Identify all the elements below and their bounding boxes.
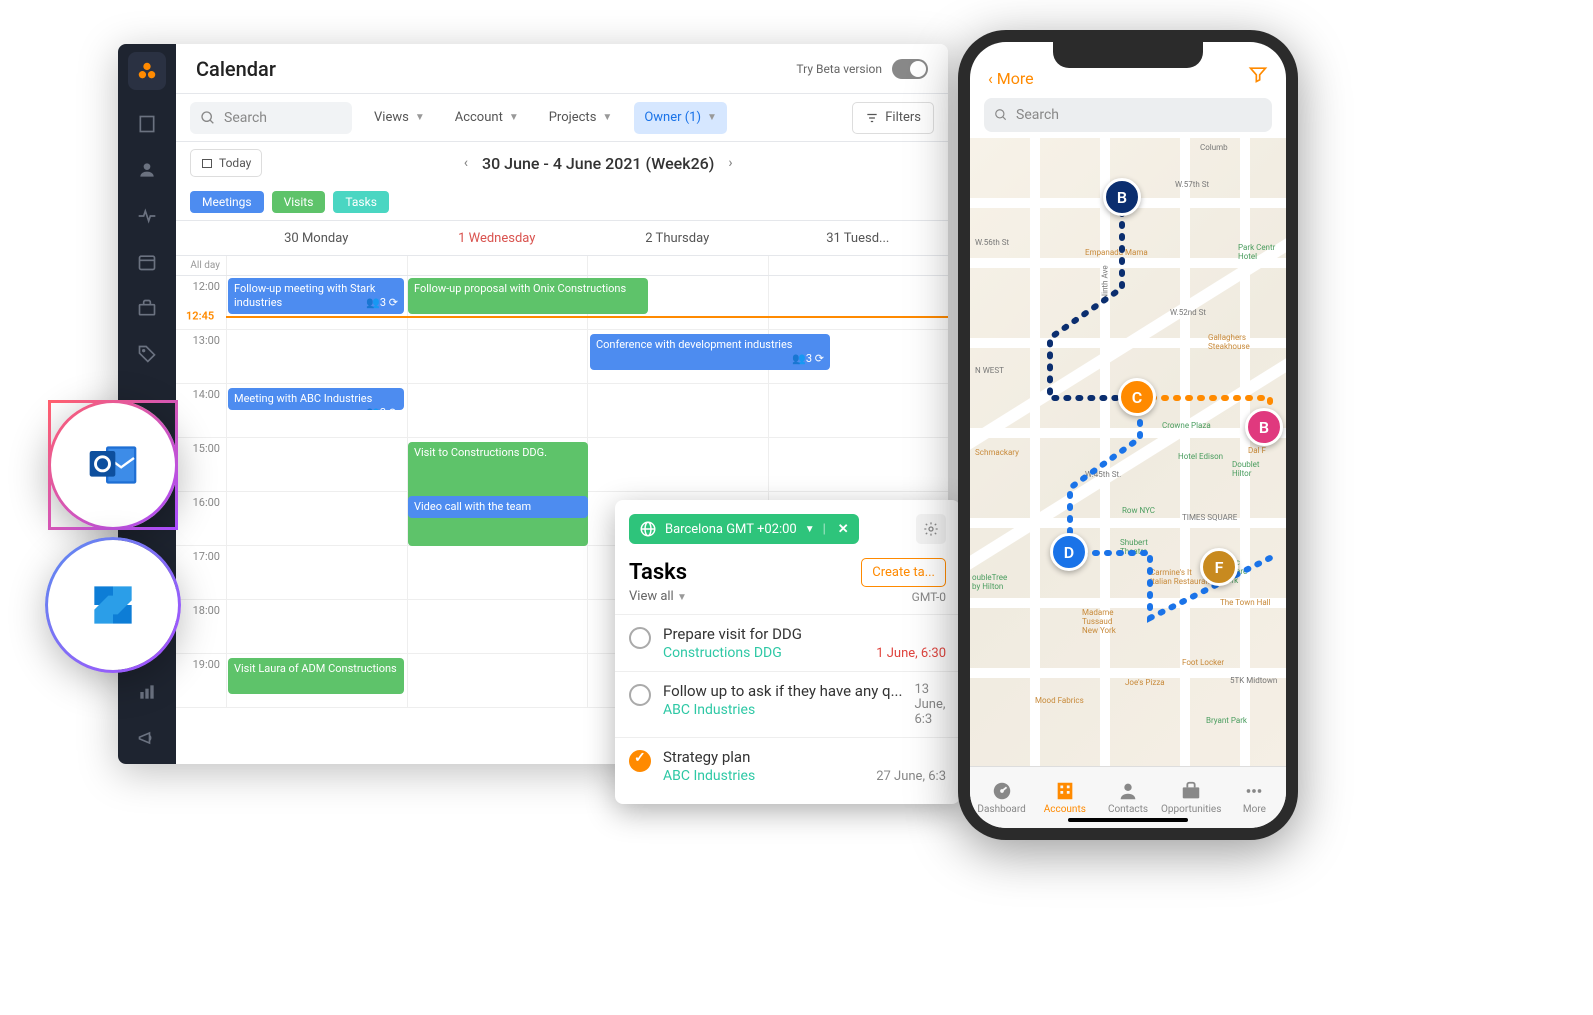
next-week[interactable]: › <box>728 155 732 171</box>
account-dropdown[interactable]: Account▼ <box>447 102 527 134</box>
globe-icon <box>639 520 657 538</box>
day-header: 30 Monday 1 Wednesday 2 Thursday 31 Tues… <box>176 220 948 256</box>
day-column: 1 Wednesday <box>407 221 588 255</box>
view-all-dropdown[interactable]: View all ▼ <box>629 589 687 604</box>
tasks-panel: Barcelona GMT +02:00 ▼ | ✕ Tasks Create … <box>615 500 960 804</box>
topbar: Calendar Try Beta version <box>176 44 948 94</box>
activity-icon[interactable] <box>135 204 159 228</box>
today-button[interactable]: Today <box>190 149 262 177</box>
map-view[interactable]: Columb W.57th St W.56th St Empanada Mama… <box>970 138 1286 766</box>
map-marker[interactable]: B <box>1245 408 1283 446</box>
projects-dropdown[interactable]: Projects▼ <box>541 102 621 134</box>
phone-search-input[interactable]: Search <box>984 98 1272 132</box>
tag-tasks[interactable]: Tasks <box>333 191 389 213</box>
event[interactable]: Visit to Constructions DDG. <box>408 442 588 546</box>
exchange-icon <box>85 577 141 633</box>
filter-icon <box>865 111 879 125</box>
back-button[interactable]: ‹ More <box>988 69 1034 88</box>
date-navigation: ‹ 30 June - 4 June 2021 (Week26) › <box>464 154 733 173</box>
event[interactable]: Conference with development industries👥3… <box>590 334 830 370</box>
calendar-icon[interactable] <box>135 250 159 274</box>
create-task-button[interactable]: Create ta... <box>861 558 946 587</box>
allday-row: All day <box>176 256 948 276</box>
calendar-small-icon <box>201 157 213 169</box>
now-time-label: 12:45 <box>186 310 214 323</box>
date-range: 30 June - 4 June 2021 (Week26) <box>482 154 714 173</box>
event[interactable]: Follow-up proposal with Onix Constructio… <box>408 278 648 314</box>
megaphone-icon[interactable] <box>135 726 159 750</box>
day-column: 30 Monday <box>226 221 407 255</box>
map-marker[interactable]: C <box>1118 378 1156 416</box>
tasks-title: Tasks <box>629 560 687 585</box>
timezone-chip[interactable]: Barcelona GMT +02:00 ▼ | ✕ <box>629 514 859 544</box>
map-marker[interactable]: B <box>1103 178 1141 216</box>
exchange-integration <box>48 540 178 670</box>
gear-icon <box>923 521 939 537</box>
page-title: Calendar <box>196 57 276 81</box>
now-line <box>226 316 948 318</box>
tab-dashboard[interactable]: Dashboard <box>970 767 1033 828</box>
task-checkbox[interactable] <box>629 750 651 772</box>
gmt-label: GMT-0 <box>912 590 946 604</box>
beta-toggle[interactable] <box>892 59 928 79</box>
app-logo[interactable] <box>128 52 166 90</box>
briefcase-icon[interactable] <box>135 296 159 320</box>
search-icon <box>994 108 1008 122</box>
date-bar: Today ‹ 30 June - 4 June 2021 (Week26) › <box>176 142 948 184</box>
close-icon[interactable]: ✕ <box>838 522 849 537</box>
map-marker[interactable]: F <box>1200 548 1238 586</box>
tag-meetings[interactable]: Meetings <box>190 191 264 213</box>
day-column: 31 Tuesd... <box>768 221 949 255</box>
event[interactable]: Meeting with ABC Industries👥3 ⟳ <box>228 388 404 410</box>
user-icon[interactable] <box>135 158 159 182</box>
beta-label: Try Beta version <box>796 62 882 76</box>
task-item[interactable]: Follow up to ask if they have any q... A… <box>615 671 960 737</box>
map-marker[interactable]: D <box>1050 533 1088 571</box>
outlook-icon <box>85 437 141 493</box>
event[interactable]: Video call with the team <box>408 496 588 518</box>
day-column: 2 Thursday <box>587 221 768 255</box>
prev-week[interactable]: ‹ <box>464 155 468 171</box>
owner-dropdown[interactable]: Owner (1)▼ <box>634 102 727 134</box>
filter-bar: Search Views▼ Account▼ Projects▼ Owner (… <box>176 94 948 142</box>
tag-visits[interactable]: Visits <box>272 191 326 213</box>
event[interactable]: Follow-up meeting with Stark industries👥… <box>228 278 404 314</box>
task-item[interactable]: Prepare visit for DDG Constructions DDG … <box>615 614 960 671</box>
filters-button[interactable]: Filters <box>852 102 934 134</box>
outlook-integration <box>48 400 178 530</box>
search-input[interactable]: Search <box>190 102 352 134</box>
task-item[interactable]: Strategy plan ABC Industries 27 June, 6:… <box>615 737 960 794</box>
task-checkbox[interactable] <box>629 684 651 706</box>
category-tags: Meetings Visits Tasks <box>176 184 948 220</box>
settings-button[interactable] <box>916 514 946 544</box>
filter-icon[interactable] <box>1248 64 1268 88</box>
event[interactable]: Visit Laura of ADM Constructions <box>228 658 404 694</box>
mobile-preview: ‹ More Search Columb W.57th <box>958 30 1298 840</box>
chart-icon[interactable] <box>135 680 159 704</box>
tag-icon[interactable] <box>135 342 159 366</box>
task-checkbox[interactable] <box>629 627 651 649</box>
building-icon[interactable] <box>135 112 159 136</box>
search-icon <box>200 110 216 126</box>
tab-more[interactable]: More <box>1223 767 1286 828</box>
views-dropdown[interactable]: Views▼ <box>366 102 433 134</box>
